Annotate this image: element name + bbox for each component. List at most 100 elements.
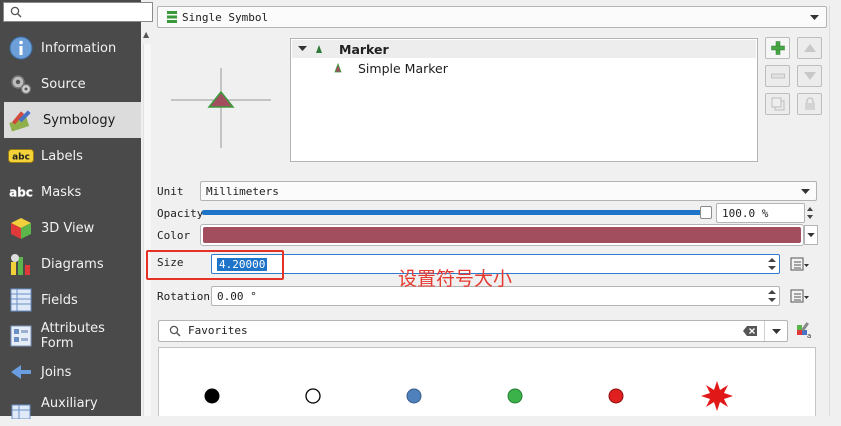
chevron-down-icon: [801, 189, 810, 194]
labels-icon: abc: [8, 144, 34, 168]
marker-icon: [316, 45, 322, 53]
opacity-slider-handle[interactable]: [700, 206, 712, 219]
tree-label-marker: Marker: [339, 41, 389, 57]
sidebar-item-attributes-form[interactable]: Attributes Form: [0, 318, 141, 354]
tree-row-marker[interactable]: Marker: [292, 40, 756, 58]
symbol-red-star[interactable]: [701, 381, 733, 411]
source-icon: [8, 72, 34, 96]
sidebar-item-joins[interactable]: Joins: [0, 354, 141, 390]
color-menu-button[interactable]: [804, 225, 818, 245]
rotation-label: Rotation: [157, 290, 210, 303]
arrow-up-icon: [803, 44, 816, 52]
size-data-defined-button[interactable]: [789, 254, 811, 274]
sidebar-item-3d-view[interactable]: 3D View: [0, 210, 141, 246]
duplicate-layer-button[interactable]: [765, 93, 790, 115]
sidebar-item-symbology[interactable]: Symbology: [4, 102, 141, 138]
chevron-down-icon: [810, 15, 819, 20]
sidebar: Information Source Symbology abc Labels …: [0, 0, 153, 419]
attributes-form-icon: [8, 324, 34, 348]
style-manager-icon: a: [797, 322, 811, 339]
sidebar-item-label: Masks: [41, 184, 82, 200]
opacity-slider[interactable]: [202, 206, 712, 219]
sidebar-item-label: Diagrams: [41, 256, 104, 272]
add-layer-button[interactable]: [765, 37, 790, 59]
single-symbol-icon: [167, 11, 177, 23]
clear-icon[interactable]: [743, 326, 757, 336]
fields-icon: [8, 288, 34, 312]
annotation-text: 设置符号大小: [398, 268, 513, 290]
spin-arrows-icon[interactable]: [767, 289, 777, 303]
symbol-blue-dot[interactable]: [406, 388, 422, 404]
sidebar-search-input[interactable]: [3, 2, 153, 22]
symbology-icon: [8, 108, 34, 132]
add-icon: [770, 41, 785, 55]
sidebar-item-label: Auxiliary: [41, 395, 98, 411]
sidebar-item-label: Information: [41, 40, 117, 56]
move-up-button[interactable]: [797, 37, 822, 59]
data-defined-icon: [790, 289, 809, 303]
duplicate-icon: [771, 97, 784, 111]
panel-scrollbar[interactable]: [829, 6, 841, 416]
data-defined-icon: [790, 257, 809, 271]
opacity-spinbox[interactable]: 100.0 %: [716, 203, 805, 223]
move-down-button[interactable]: [797, 65, 822, 87]
masks-icon: abc: [8, 180, 34, 204]
symbol-preview: [171, 68, 271, 148]
3d-view-icon: [8, 216, 34, 240]
sidebar-item-source[interactable]: Source: [0, 66, 141, 102]
rotation-value: 0.00 °: [217, 289, 257, 303]
svg-text:abc: abc: [9, 186, 33, 200]
color-label: Color: [157, 229, 191, 242]
lock-layer-button[interactable]: [797, 93, 822, 115]
spin-arrows-icon[interactable]: [767, 257, 777, 271]
symbol-layer-tree[interactable]: Marker Simple Marker: [290, 38, 758, 162]
unit-value: Millimeters: [206, 184, 279, 198]
symbol-red-dot[interactable]: [608, 388, 624, 404]
expand-arrow-icon[interactable]: [298, 46, 307, 52]
simple-marker-icon: [334, 63, 342, 73]
sidebar-item-masks[interactable]: abc Masks: [0, 174, 141, 210]
sidebar-item-label: Fields: [41, 292, 78, 308]
sidebar-item-label: Attributes Form: [40, 321, 105, 351]
diagrams-icon: [8, 252, 34, 276]
sidebar-item-label: Source: [41, 76, 86, 92]
symbol-favorites-list: [158, 347, 816, 416]
unit-select[interactable]: Millimeters: [200, 181, 817, 201]
scroll-up-arrow-icon[interactable]: ▲: [143, 30, 149, 39]
information-icon: [8, 36, 34, 60]
symbol-library-search[interactable]: Favorites: [158, 320, 788, 342]
symbol-white-dot[interactable]: [305, 388, 321, 404]
color-button[interactable]: [200, 224, 804, 246]
sidebar-item-auxiliary[interactable]: Auxiliary: [0, 390, 141, 426]
symbol-green-dot[interactable]: [507, 388, 523, 404]
sidebar-item-fields[interactable]: Fields: [0, 282, 141, 318]
unit-label: Unit: [157, 185, 184, 198]
opacity-spin-arrows[interactable]: [803, 203, 817, 223]
svg-text:abc: abc: [12, 153, 30, 163]
svg-text:a: a: [807, 332, 811, 339]
sidebar-item-labels[interactable]: abc Labels: [0, 138, 141, 174]
sidebar-scrollbar-thumb[interactable]: [143, 44, 151, 416]
size-highlight-box: [146, 250, 284, 280]
symbol-library-value: Favorites: [188, 324, 248, 337]
sidebar-item-label: 3D View: [41, 220, 95, 236]
sidebar-item-label: Symbology: [43, 112, 116, 128]
rotation-data-defined-button[interactable]: [789, 286, 811, 306]
chevron-down-icon[interactable]: [772, 329, 781, 335]
color-swatch: [203, 227, 801, 243]
auxiliary-icon: [8, 396, 34, 420]
symbol-selector-panel: Marker Simple Marker: [157, 32, 828, 172]
renderer-type-select[interactable]: Single Symbol: [157, 6, 827, 28]
opacity-slider-track: [202, 210, 702, 215]
style-manager-button[interactable]: a: [794, 320, 816, 340]
opacity-label: Opacity: [157, 207, 204, 220]
sidebar-item-information[interactable]: Information: [0, 30, 141, 66]
tree-row-simple-marker[interactable]: Simple Marker: [292, 59, 756, 77]
sidebar-item-diagrams[interactable]: Diagrams: [0, 246, 141, 282]
search-icon: [169, 325, 181, 337]
spin-arrows-icon: [807, 207, 813, 219]
symbol-black-dot[interactable]: [204, 388, 220, 404]
lock-icon: [804, 97, 815, 110]
remove-layer-button[interactable]: [765, 65, 790, 87]
search-icon: [10, 6, 22, 18]
